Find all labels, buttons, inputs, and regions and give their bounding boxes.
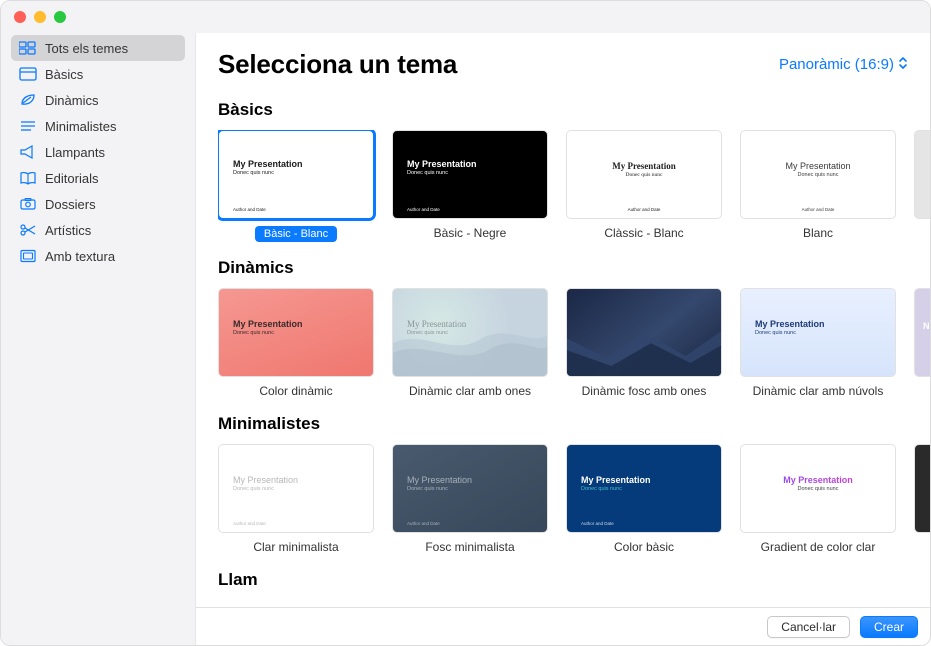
sidebar-item-dynamic[interactable]: Dinàmics: [11, 87, 185, 113]
window-titlebar: [1, 1, 930, 33]
theme-thumbnail: My PresentationDonec quis nunc Author an…: [218, 444, 374, 533]
traffic-lights: [14, 11, 66, 23]
theme-thumbnail: My PresentationDonec quis nunc: [392, 288, 548, 377]
sidebar-item-artistic[interactable]: Artístics: [11, 217, 185, 243]
window-body: Tots els temes Bàsics Dinàmics Minimalis…: [1, 33, 930, 645]
theme-label: Color bàsic: [614, 540, 674, 554]
theme-thumbnail: My PresentationDonec quis nunc Author an…: [218, 130, 374, 219]
section-title-minimal: Minimalistes: [218, 414, 930, 434]
lines-icon: [19, 119, 37, 133]
theme-thumbnail: N: [914, 288, 930, 377]
theme-row-dynamic: My PresentationDonec quis nunc Color din…: [218, 288, 930, 398]
theme-card[interactable]: My Presentation Donec quis nunc Gradient…: [740, 444, 896, 554]
theme-thumbnail: My PresentationDonec quis nunc Author an…: [566, 130, 722, 219]
theme-label: Fosc minimalista: [425, 540, 514, 554]
create-button-label: Crear: [874, 620, 904, 634]
section-title-basics: Bàsics: [218, 100, 930, 120]
theme-thumbnail: My PresentationDonec quis nunc: [218, 288, 374, 377]
zoom-window-button[interactable]: [54, 11, 66, 23]
minimize-window-button[interactable]: [34, 11, 46, 23]
grid-icon: [19, 41, 37, 55]
theme-label: Dinàmic clar amb ones: [409, 384, 531, 398]
theme-label: Bàsic - Blanc: [255, 226, 337, 242]
sidebar-item-all[interactable]: Tots els temes: [11, 35, 185, 61]
theme-thumbnail: [914, 130, 930, 219]
theme-card[interactable]: My PresentationDonec quis nunc Dinàmic c…: [740, 288, 896, 398]
theme-card[interactable]: My PresentationDonec quis nunc Author an…: [566, 444, 722, 554]
sidebar-item-bold[interactable]: Llampants: [11, 139, 185, 165]
theme-label: Dinàmic fosc amb ones: [582, 384, 707, 398]
theme-card-peek[interactable]: [914, 130, 930, 242]
sidebar-item-label: Tots els temes: [45, 41, 128, 56]
theme-thumbnail: My PresentationDonec quis nunc Author an…: [566, 444, 722, 533]
theme-card[interactable]: My PresentationDonec quis nunc Dinàmic c…: [392, 288, 548, 398]
theme-card[interactable]: My PresentationDonec quis nunc Author an…: [218, 130, 374, 242]
sidebar-item-textured[interactable]: Amb textura: [11, 243, 185, 269]
sidebar-item-editorial[interactable]: Editorials: [11, 165, 185, 191]
theme-card[interactable]: My PresentationDonec quis nunc Author an…: [566, 130, 722, 242]
page-title: Selecciona un tema: [218, 49, 457, 80]
theme-thumbnail: My PresentationDonec quis nunc Author an…: [392, 130, 548, 219]
theme-card[interactable]: My PresentationDonec quis nunc Author an…: [392, 444, 548, 554]
theme-card[interactable]: My PresentationDonec quis nunc Author an…: [392, 130, 548, 242]
sidebar-item-label: Artístics: [45, 223, 91, 238]
scissors-icon: [19, 223, 37, 237]
theme-row-basics: My PresentationDonec quis nunc Author an…: [218, 130, 930, 242]
sidebar-item-label: Amb textura: [45, 249, 115, 264]
header-row: Selecciona un tema Panoràmic (16:9): [218, 33, 930, 84]
categories-sidebar: Tots els temes Bàsics Dinàmics Minimalis…: [1, 33, 196, 645]
theme-chooser-window: Tots els temes Bàsics Dinàmics Minimalis…: [0, 0, 931, 646]
cancel-button-label: Cancel·lar: [781, 620, 836, 634]
create-button[interactable]: Crear: [860, 616, 918, 638]
sidebar-item-label: Dossiers: [45, 197, 96, 212]
theme-thumbnail: [566, 288, 722, 377]
leaf-icon: [19, 93, 37, 107]
sidebar-item-minimal[interactable]: Minimalistes: [11, 113, 185, 139]
chevron-up-down-icon: [898, 56, 908, 74]
theme-card-peek[interactable]: N: [914, 288, 930, 398]
theme-card[interactable]: My PresentationDonec quis nunc Color din…: [218, 288, 374, 398]
sidebar-item-portfolio[interactable]: Dossiers: [11, 191, 185, 217]
theme-card[interactable]: My PresentationDonec quis nunc Author an…: [740, 130, 896, 242]
theme-thumbnail: My PresentationDonec quis nunc Author an…: [392, 444, 548, 533]
sidebar-item-label: Editorials: [45, 171, 98, 186]
aspect-ratio-picker[interactable]: Panoràmic (16:9): [779, 56, 908, 74]
theme-card-peek[interactable]: [914, 444, 930, 554]
theme-label: Clàssic - Blanc: [604, 226, 683, 240]
main-panel: Selecciona un tema Panoràmic (16:9) Bàsi…: [196, 33, 930, 645]
megaphone-icon: [19, 145, 37, 159]
sidebar-item-label: Minimalistes: [45, 119, 117, 134]
themes-scroll-area[interactable]: Selecciona un tema Panoràmic (16:9) Bàsi…: [196, 33, 930, 607]
section-title-bold-cut: Llam: [218, 570, 930, 590]
sidebar-item-label: Llampants: [45, 145, 105, 160]
dialog-footer: Cancel·lar Crear: [196, 607, 930, 645]
cancel-button[interactable]: Cancel·lar: [767, 616, 850, 638]
sidebar-item-basics[interactable]: Bàsics: [11, 61, 185, 87]
theme-label: Blanc: [803, 226, 833, 240]
theme-label: Clar minimalista: [253, 540, 338, 554]
theme-thumbnail: My PresentationDonec quis nunc: [740, 288, 896, 377]
theme-thumbnail: My PresentationDonec quis nunc Author an…: [740, 130, 896, 219]
close-window-button[interactable]: [14, 11, 26, 23]
theme-card[interactable]: My PresentationDonec quis nunc Author an…: [218, 444, 374, 554]
theme-thumbnail: My Presentation Donec quis nunc: [740, 444, 896, 533]
aspect-ratio-label: Panoràmic (16:9): [779, 56, 894, 73]
theme-label: Dinàmic clar amb núvols: [753, 384, 884, 398]
theme-label: Color dinàmic: [259, 384, 332, 398]
section-title-dynamic: Dinàmics: [218, 258, 930, 278]
layout-icon: [19, 67, 37, 81]
sidebar-item-label: Dinàmics: [45, 93, 98, 108]
book-icon: [19, 171, 37, 185]
theme-row-minimal: My PresentationDonec quis nunc Author an…: [218, 444, 930, 554]
theme-label: Gradient de color clar: [761, 540, 876, 554]
frame-icon: [19, 249, 37, 263]
theme-label: Bàsic - Negre: [434, 226, 507, 240]
camera-icon: [19, 197, 37, 211]
theme-card[interactable]: Dinàmic fosc amb ones: [566, 288, 722, 398]
theme-thumbnail: [914, 444, 930, 533]
sidebar-item-label: Bàsics: [45, 67, 83, 82]
